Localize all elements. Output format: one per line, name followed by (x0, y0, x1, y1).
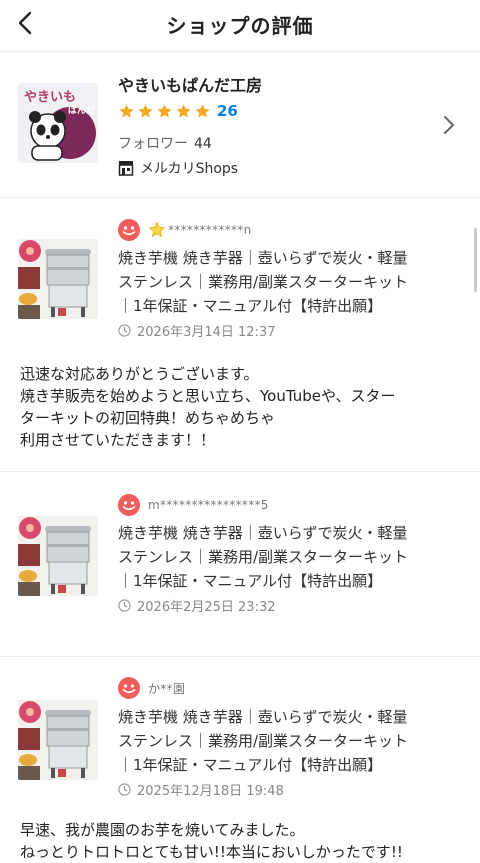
header-bar: ショップの評価 (0, 0, 480, 52)
reviewer-name: か**園 (148, 681, 186, 696)
comment-line: 早速、我が農園のお芋を焼いてみました。 (20, 821, 305, 839)
star-icon (195, 103, 210, 118)
panda-logo-icon: やきいも ぱんだ (18, 83, 98, 163)
review-date-text: 2025年12月18日 19:48 (137, 783, 284, 799)
clock-icon (118, 598, 131, 612)
item-thumbnail[interactable] (18, 239, 98, 319)
review-date: 2026年3月14日 12:37 (118, 321, 276, 340)
review-item: ************n 焼き芋機 焼き芋器｜壺いらずで炭火・軽量 ステンレス… (0, 198, 480, 472)
reviewer-row: ************n (118, 218, 252, 242)
reviewer-name: m****************5 (148, 498, 269, 512)
star-badge-icon (148, 221, 166, 238)
comment-line: 迅速な対応ありがとうございます。 (20, 365, 259, 383)
review-comment: 早速、我が農園のお芋を焼いてみました。 ねっとりトロトロとても甘い!!本当におい… (20, 819, 465, 863)
follower-label: フォロワー (118, 136, 188, 152)
item-title-line: ステンレス｜業務用/副業スターターキット (118, 548, 409, 566)
item-thumbnail[interactable] (18, 700, 98, 780)
roaster-product-image (18, 516, 98, 596)
star-icon (157, 103, 172, 118)
rating-count: 26 (217, 102, 238, 120)
reviewer-row: m****************5 (118, 493, 269, 517)
follower-count: 44 (194, 136, 212, 152)
review-item: か**園 焼き芋機 焼き芋器｜壺いらずで炭火・軽量 ステンレス｜業務用/副業スタ… (0, 657, 480, 863)
star-icon (176, 103, 191, 118)
reviewer-row: か**園 (118, 676, 185, 700)
shop-logo: やきいも ぱんだ (18, 83, 98, 163)
svg-text:やきいも: やきいも (24, 90, 76, 105)
roaster-product-image (18, 239, 98, 319)
user-avatar-icon (118, 219, 140, 241)
comment-line: 焼き芋販売を始めようと思い立ち、YouTubeや、スター (20, 387, 396, 405)
item-title-line: 焼き芋機 焼き芋器｜壺いらずで炭火・軽量 (118, 708, 408, 726)
roaster-product-image (18, 700, 98, 780)
shop-card[interactable]: やきいも ぱんだ やきいもぱんだ工房 26 フォロワー 44 メルカリShops (0, 52, 480, 198)
item-title-line: ｜1年保証・マニュアル付【特許出願】 (118, 572, 383, 590)
follower-row: フォロワー 44 (118, 133, 212, 153)
review-date-text: 2026年2月25日 23:32 (137, 599, 276, 615)
storefront-icon (118, 161, 134, 176)
review-date-text: 2026年3月14日 12:37 (137, 324, 276, 340)
clock-icon (118, 782, 131, 796)
user-avatar-icon (118, 494, 140, 516)
shop-name: やきいもぱんだ工房 (118, 76, 263, 95)
shop-rating: 26 (118, 101, 238, 121)
item-title-link[interactable]: 焼き芋機 焼き芋器｜壺いらずで炭火・軽量 ステンレス｜業務用/副業スターターキッ… (118, 246, 458, 318)
reviewer-name: ************n (168, 223, 252, 237)
review-item: m****************5 焼き芋機 焼き芋器｜壺いらずで炭火・軽量 … (0, 473, 480, 657)
comment-line: ねっとりトロトロとても甘い!!本当においしかったです!! (20, 843, 403, 861)
chevron-right-icon[interactable] (442, 115, 456, 135)
page-title: ショップの評価 (166, 14, 314, 38)
comment-line: 利用させていただきます！！ (20, 431, 216, 449)
mercari-shops-label: メルカリShops (140, 161, 239, 177)
item-title-line: 焼き芋機 焼き芋器｜壺いらずで炭火・軽量 (118, 249, 408, 267)
item-thumbnail[interactable] (18, 516, 98, 596)
item-title-link[interactable]: 焼き芋機 焼き芋器｜壺いらずで炭火・軽量 ステンレス｜業務用/副業スターターキッ… (118, 521, 458, 593)
item-title-line: ｜1年保証・マニュアル付【特許出願】 (118, 756, 383, 774)
user-avatar-icon (118, 677, 140, 699)
svg-text:ぱんだ: ぱんだ (68, 104, 95, 116)
comment-line: ターキットの初回特典！めちゃめちゃ (20, 409, 276, 427)
mercari-shops-row: メルカリShops (118, 158, 238, 178)
clock-icon (118, 323, 131, 337)
review-date: 2025年12月18日 19:48 (118, 780, 284, 799)
item-title-link[interactable]: 焼き芋機 焼き芋器｜壺いらずで炭火・軽量 ステンレス｜業務用/副業スターターキッ… (118, 705, 458, 777)
review-comment: 迅速な対応ありがとうございます。 焼き芋販売を始めようと思い立ち、YouTube… (20, 363, 465, 451)
scrollbar[interactable] (474, 228, 477, 292)
star-icon (138, 103, 153, 118)
review-date: 2026年2月25日 23:32 (118, 596, 276, 615)
item-title-line: 焼き芋機 焼き芋器｜壺いらずで炭火・軽量 (118, 524, 408, 542)
item-title-line: ステンレス｜業務用/副業スターターキット (118, 273, 409, 291)
star-icon (119, 103, 134, 118)
item-title-line: ｜1年保証・マニュアル付【特許出願】 (118, 297, 383, 315)
item-title-line: ステンレス｜業務用/副業スターターキット (118, 732, 409, 750)
